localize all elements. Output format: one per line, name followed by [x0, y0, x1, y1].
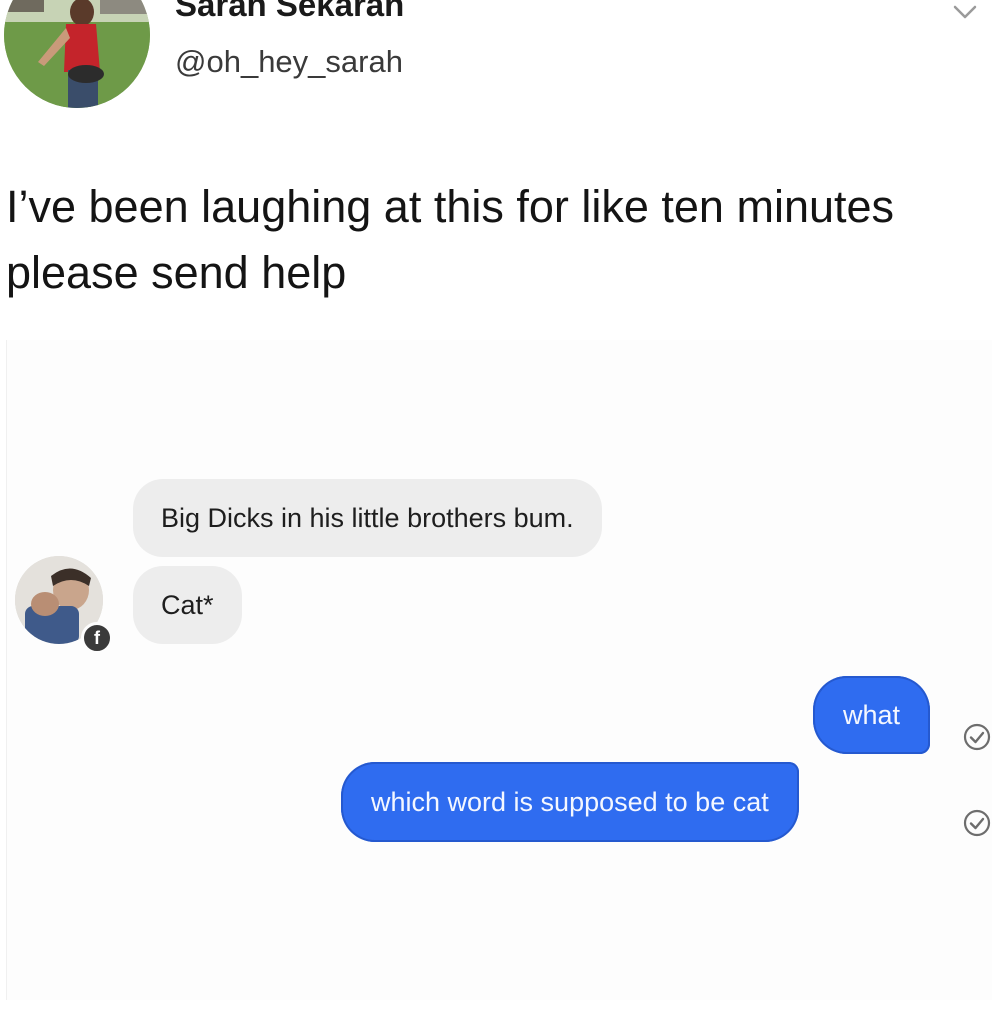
incoming-message: Big Dicks in his little brothers bum.: [133, 479, 602, 557]
profile-avatar[interactable]: [4, 0, 150, 108]
sent-check-icon: [963, 723, 991, 751]
tweet-text: I’ve been laughing at this for like ten …: [6, 181, 895, 298]
chat-screenshot: Big Dicks in his little brothers bum. f …: [6, 340, 992, 1000]
chevron-down-icon[interactable]: [952, 2, 978, 22]
facebook-icon: f: [81, 622, 113, 654]
outgoing-message: which word is supposed to be cat: [341, 762, 799, 842]
outgoing-message: what: [813, 676, 931, 754]
user-handle[interactable]: @oh_hey_sarah: [175, 44, 403, 80]
tweet-screenshot: Sarah Sekaran @oh_hey_sarah I’ve been la…: [0, 0, 992, 1024]
display-name[interactable]: Sarah Sekaran: [175, 0, 404, 24]
incoming-message: Cat*: [133, 566, 242, 644]
profile-photo: [4, 0, 150, 108]
sent-check-icon: [963, 809, 991, 837]
